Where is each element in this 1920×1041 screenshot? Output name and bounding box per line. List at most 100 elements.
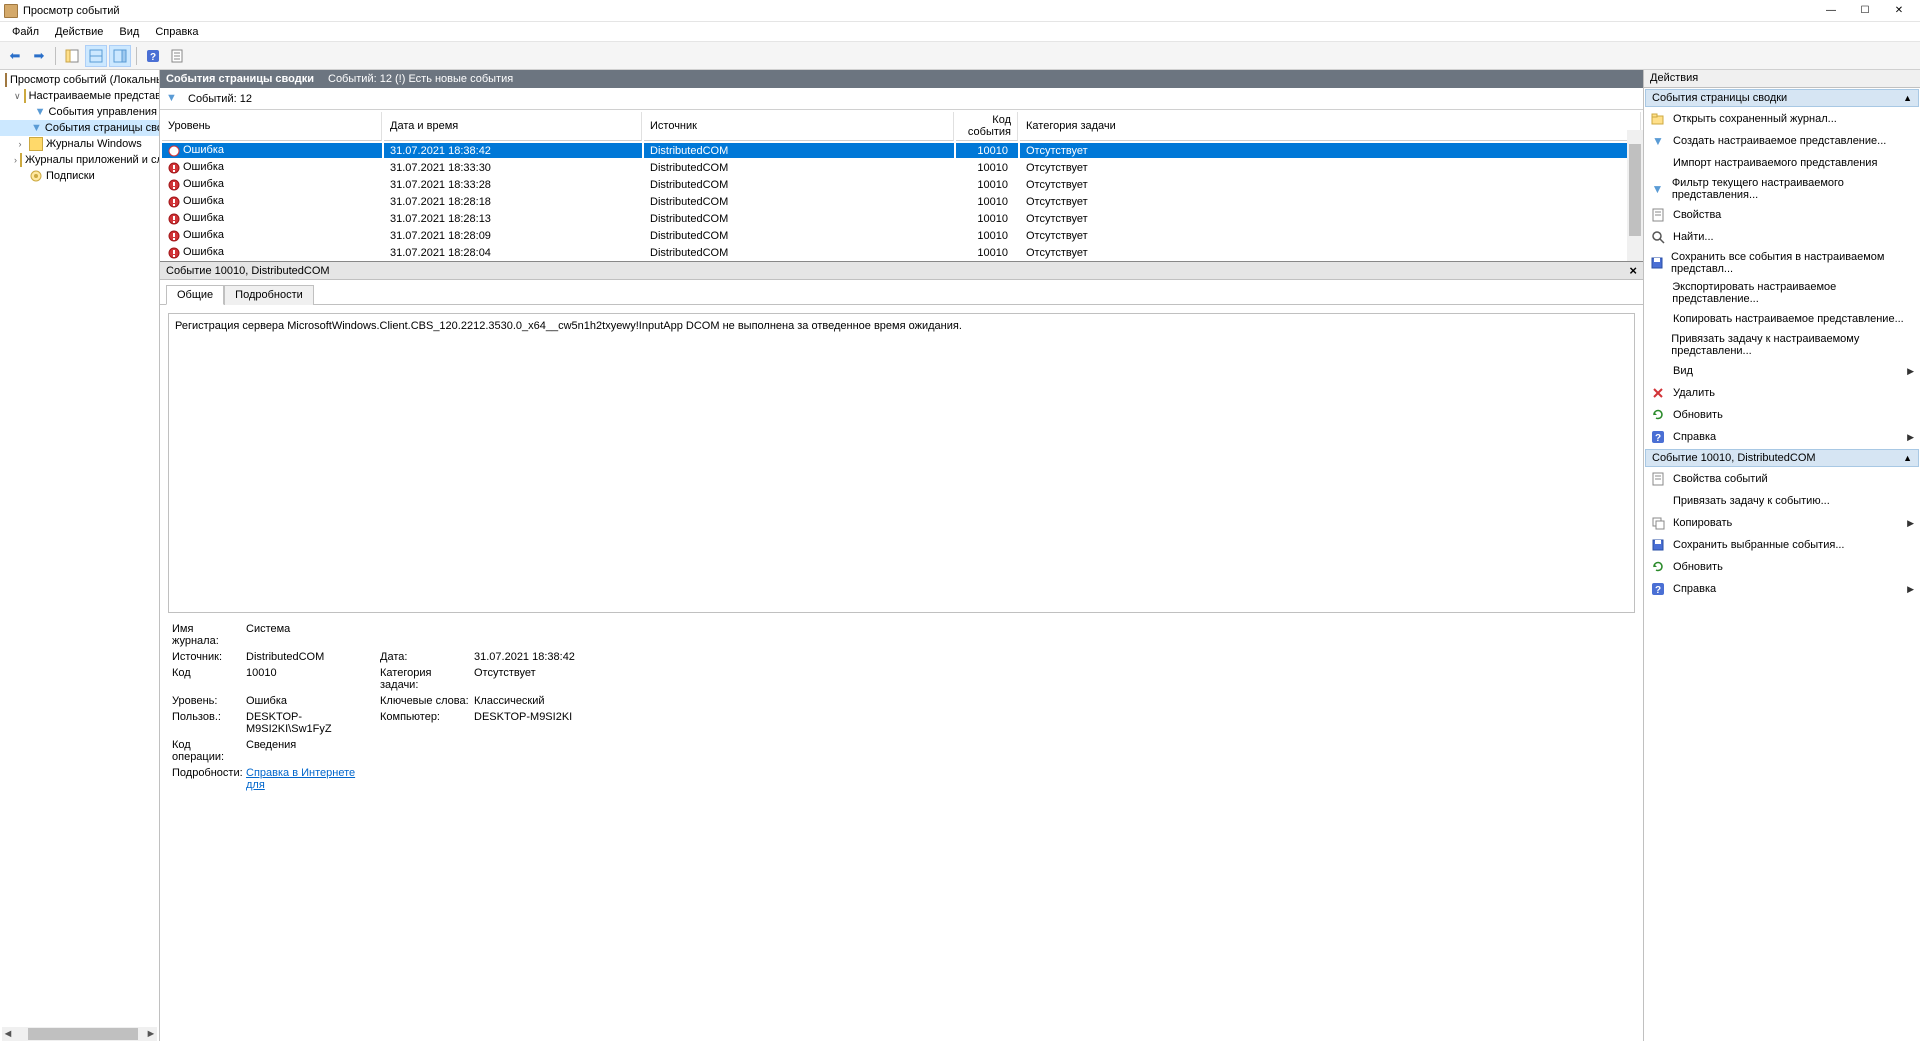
col-datetime[interactable]: Дата и время — [384, 112, 642, 141]
forward-button[interactable]: ➡ — [28, 45, 50, 67]
filter-icon: ▼ — [1650, 133, 1666, 149]
maximize-button[interactable]: ☐ — [1848, 2, 1882, 20]
tree-scrollbar-horizontal[interactable]: ◄► — [2, 1027, 157, 1041]
action-refresh[interactable]: Обновить — [1644, 556, 1920, 578]
close-button[interactable]: ✕ — [1882, 2, 1916, 20]
table-row[interactable]: Ошибка31.07.2021 18:33:28DistributedCOM1… — [162, 177, 1641, 192]
table-row[interactable]: Ошибка31.07.2021 18:28:04DistributedCOM1… — [162, 245, 1641, 260]
help-icon: ? — [1650, 429, 1666, 445]
tree-subscriptions[interactable]: Подписки — [0, 168, 159, 184]
action-view[interactable]: Вид▶ — [1644, 360, 1920, 382]
save-icon — [1650, 255, 1664, 271]
tree-label: Подписки — [46, 170, 95, 182]
chevron-up-icon: ▲ — [1903, 93, 1912, 103]
actions-section-1[interactable]: События страницы сводки ▲ — [1645, 89, 1919, 107]
action-copy[interactable]: Копировать настраиваемое представление..… — [1644, 308, 1920, 330]
tree-root[interactable]: Просмотр событий (Локальный) — [0, 72, 159, 88]
tree-label: Просмотр событий (Локальный) — [10, 74, 160, 86]
folder-icon — [20, 153, 22, 167]
action-refresh[interactable]: Обновить — [1644, 404, 1920, 426]
tree-label: Журналы приложений и служб — [25, 154, 160, 166]
attach-icon — [1650, 493, 1666, 509]
action-help[interactable]: ?Справка▶ — [1644, 578, 1920, 600]
action-save[interactable]: Сохранить выбранные события... — [1644, 534, 1920, 556]
action-attach[interactable]: Привязать задачу к событию... — [1644, 490, 1920, 512]
action-open[interactable]: Открыть сохраненный журнал... — [1644, 108, 1920, 130]
table-row[interactable]: Ошибка31.07.2021 18:33:30DistributedCOM1… — [162, 160, 1641, 175]
menubar: Файл Действие Вид Справка — [0, 22, 1920, 42]
center-header: События страницы сводки Событий: 12 (!) … — [160, 70, 1643, 88]
table-row[interactable]: Ошибка31.07.2021 18:28:18DistributedCOM1… — [162, 194, 1641, 209]
detail-title: Событие 10010, DistributedCOM — [166, 265, 330, 277]
import-icon — [1650, 155, 1666, 171]
action-copy2[interactable]: Копировать▶ — [1644, 512, 1920, 534]
svg-text:?: ? — [1655, 585, 1661, 596]
tab-general[interactable]: Общие — [166, 285, 224, 305]
tab-details[interactable]: Подробности — [224, 285, 314, 305]
event-scrollbar-vertical[interactable] — [1627, 130, 1643, 261]
center-header-subtitle: Событий: 12 (!) Есть новые события — [328, 73, 513, 85]
tree-custom-views[interactable]: ∨ Настраиваемые представления — [0, 88, 159, 104]
action-delete[interactable]: Удалить — [1644, 382, 1920, 404]
filter-bar: ▼ Событий: 12 — [160, 88, 1643, 110]
folder-icon — [29, 137, 43, 151]
menu-action[interactable]: Действие — [47, 24, 111, 40]
properties-button[interactable] — [166, 45, 188, 67]
app-title: Просмотр событий — [23, 5, 120, 17]
action-label: Привязать задачу к настраиваемому предст… — [1671, 333, 1914, 357]
table-row[interactable]: Ошибка31.07.2021 18:28:13DistributedCOM1… — [162, 211, 1641, 226]
copy-icon — [1650, 311, 1666, 327]
filter-icon: ▼ — [166, 92, 180, 106]
menu-view[interactable]: Вид — [111, 24, 147, 40]
action-import[interactable]: Импорт настраиваемого представления — [1644, 152, 1920, 174]
toolbar: ⬅ ➡ ? — [0, 42, 1920, 70]
action-pane-button[interactable] — [109, 45, 131, 67]
action-label: Удалить — [1673, 387, 1715, 399]
event-table[interactable]: Уровень Дата и время Источник Код событи… — [160, 110, 1643, 262]
action-filter[interactable]: ▼Фильтр текущего настраиваемого представ… — [1644, 174, 1920, 204]
menu-file[interactable]: Файл — [4, 24, 47, 40]
actions-section-2[interactable]: Событие 10010, DistributedCOM ▲ — [1645, 449, 1919, 467]
col-level[interactable]: Уровень — [162, 112, 382, 141]
back-button[interactable]: ⬅ — [4, 45, 26, 67]
delete-icon — [1650, 385, 1666, 401]
more-info-link[interactable]: Справка в Интернете для — [246, 767, 376, 791]
tree-panel: Просмотр событий (Локальный) ∨ Настраива… — [0, 70, 160, 1041]
table-row[interactable]: Ошибка31.07.2021 18:28:09DistributedCOM1… — [162, 228, 1641, 243]
action-props[interactable]: Свойства событий — [1644, 468, 1920, 490]
eventviewer-icon — [5, 73, 7, 87]
menu-help[interactable]: Справка — [147, 24, 206, 40]
error-icon — [168, 162, 180, 174]
tree-app-logs[interactable]: › Журналы приложений и служб — [0, 152, 159, 168]
detail-close-button[interactable]: × — [1629, 263, 1637, 278]
detail-body: Регистрация сервера MicrosoftWindows.Cli… — [160, 305, 1643, 1041]
tree-windows-logs[interactable]: › Журналы Windows — [0, 136, 159, 152]
tree-summary-events[interactable]: ▼ События страницы сводки — [0, 120, 159, 136]
col-category[interactable]: Категория задачи — [1020, 112, 1641, 141]
action-export[interactable]: Экспортировать настраиваемое представлен… — [1644, 278, 1920, 308]
minimize-button[interactable]: — — [1814, 2, 1848, 20]
action-filter[interactable]: ▼Создать настраиваемое представление... — [1644, 130, 1920, 152]
action-save[interactable]: Сохранить все события в настраиваемом пр… — [1644, 248, 1920, 278]
action-label: Привязать задачу к событию... — [1673, 495, 1830, 507]
action-label: Свойства — [1673, 209, 1721, 221]
filter-count: Событий: 12 — [188, 93, 252, 105]
action-find[interactable]: Найти... — [1644, 226, 1920, 248]
action-label: Найти... — [1673, 231, 1714, 243]
table-row[interactable]: Ошибка31.07.2021 18:38:42DistributedCOM1… — [162, 143, 1641, 158]
action-label: Справка — [1673, 583, 1716, 595]
help-button[interactable]: ? — [142, 45, 164, 67]
error-icon — [168, 196, 180, 208]
props-icon — [1650, 471, 1666, 487]
col-event-id[interactable]: Код события — [956, 112, 1018, 141]
show-tree-button[interactable] — [61, 45, 83, 67]
svg-text:?: ? — [150, 52, 156, 63]
col-source[interactable]: Источник — [644, 112, 954, 141]
action-attach[interactable]: Привязать задачу к настраиваемому предст… — [1644, 330, 1920, 360]
action-label: Обновить — [1673, 409, 1723, 421]
action-help[interactable]: ?Справка▶ — [1644, 426, 1920, 448]
action-label: Вид — [1673, 365, 1693, 377]
detail-pane-button[interactable] — [85, 45, 107, 67]
tree-admin-events[interactable]: ▼ События управления — [0, 104, 159, 120]
action-props[interactable]: Свойства — [1644, 204, 1920, 226]
